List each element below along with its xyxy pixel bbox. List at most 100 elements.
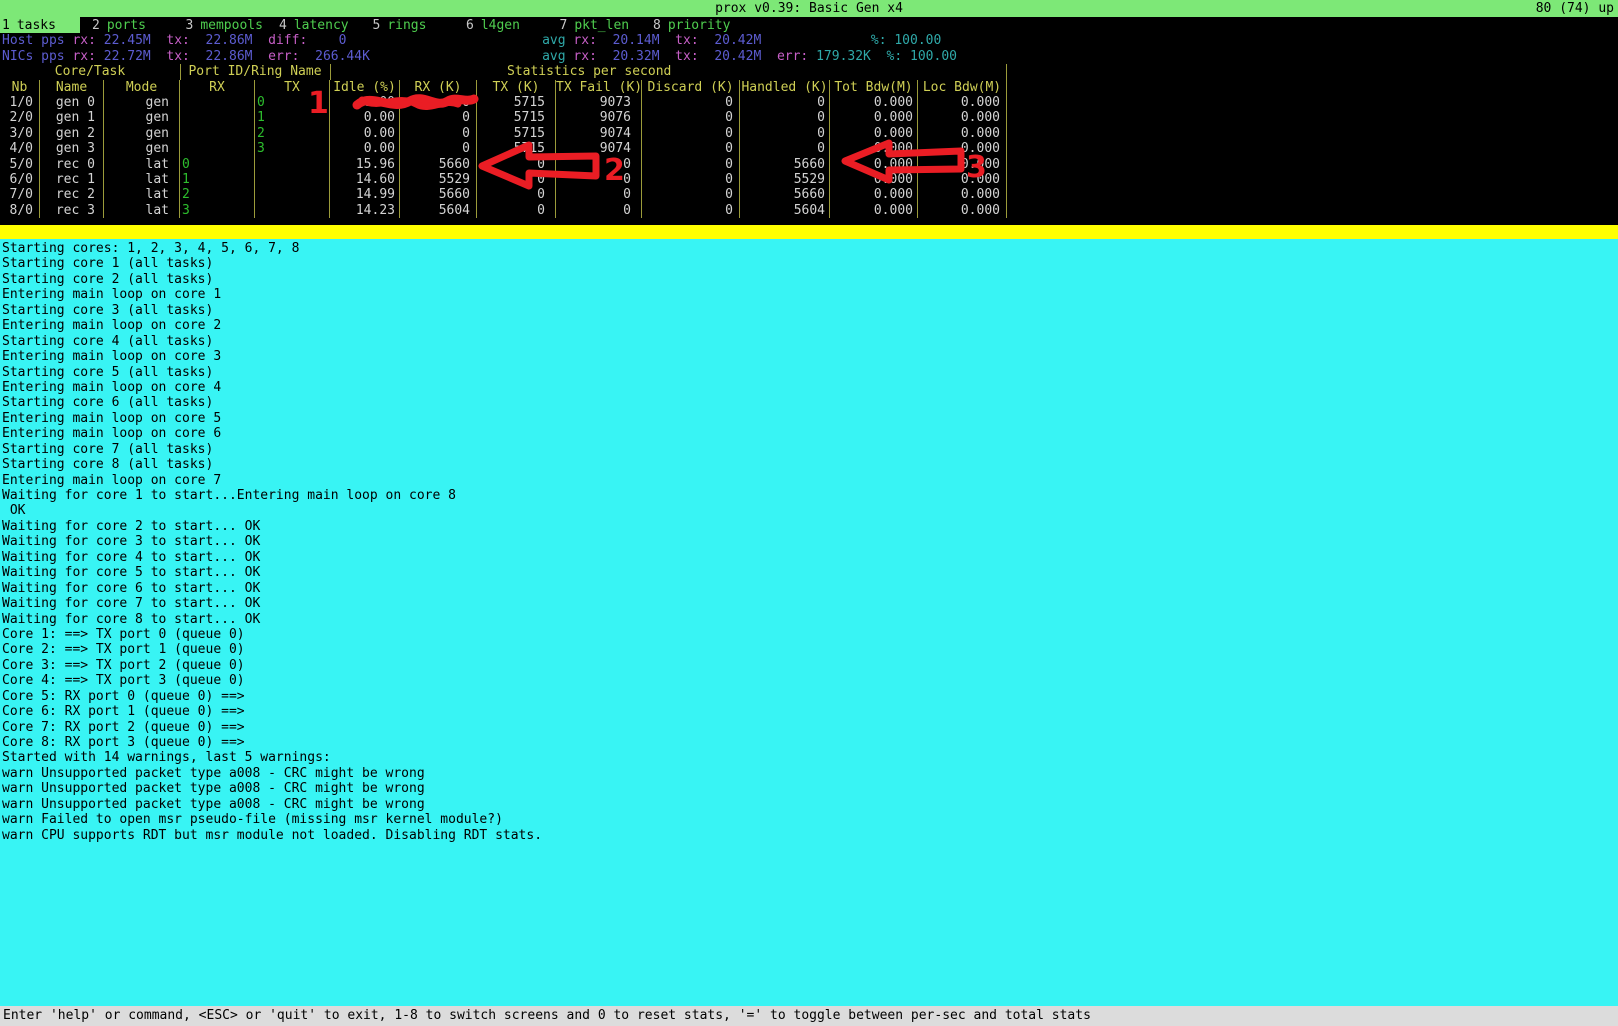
- cell-tot_bdw: 0.000: [830, 126, 918, 141]
- cell-loc_bdw: 0.000: [918, 157, 1007, 172]
- cell-mode: gen: [104, 95, 180, 110]
- cell-handled_k: 0: [740, 141, 830, 156]
- cell-discard_k: 0: [642, 126, 740, 141]
- stat-segment: 100.00: [894, 33, 941, 48]
- cell-tx_k: 5715: [477, 110, 556, 125]
- group-statistics: Statistics per second: [507, 64, 671, 79]
- cell-mode: lat: [104, 203, 180, 218]
- tab-label: ports: [107, 18, 146, 33]
- cell-tot_bdw: 0.000: [830, 203, 918, 218]
- stat-segment: avg: [542, 33, 573, 48]
- stat-segment: 20.42M: [714, 49, 761, 64]
- stat-segment: 22.86M: [206, 33, 253, 48]
- tab-key: 1: [2, 18, 10, 33]
- cell-name: rec 2: [40, 187, 104, 202]
- status-bar: Enter 'help' or command, <ESC> or 'quit'…: [0, 1006, 1618, 1026]
- tab-ports[interactable]: 2ports: [90, 17, 184, 33]
- log-line: Core 5: RX port 0 (queue 0) ==>: [0, 689, 1618, 704]
- table-row: 6/0rec 1lat114.60552900055290.0000.000: [0, 172, 1007, 187]
- group-port-ring: Port ID/Ring Name: [180, 64, 330, 79]
- table-row: 7/0rec 2lat214.99566000056600.0000.000: [0, 187, 1007, 202]
- table-row: 8/0rec 3lat314.23560400056040.0000.000: [0, 203, 1007, 218]
- separator: [1006, 64, 1007, 80]
- log-line: Starting core 5 (all tasks): [0, 365, 1618, 380]
- cell-handled_k: 5604: [740, 203, 830, 218]
- cell-discard_k: 0: [642, 203, 740, 218]
- log-lines: Starting cores: 1, 2, 3, 4, 5, 6, 7, 8St…: [0, 241, 1618, 843]
- tab-key: 5: [373, 18, 381, 33]
- tab-mempools[interactable]: 3mempools: [184, 17, 278, 33]
- cell-rx: 0: [180, 157, 255, 172]
- cell-idle: 0.00: [330, 95, 400, 110]
- tab-key: 7: [560, 18, 568, 33]
- cell-tx: [255, 172, 330, 187]
- stat-segment: diff:: [253, 33, 308, 48]
- cell-name: gen 1: [40, 110, 104, 125]
- log-line: Core 3: ==> TX port 2 (queue 0): [0, 658, 1618, 673]
- log-line: Starting core 1 (all tasks): [0, 256, 1618, 271]
- cell-loc_bdw: 0.000: [918, 203, 1007, 218]
- stat-segment: 22.45M: [104, 33, 151, 48]
- cell-tx_fail_k: 0: [556, 172, 642, 187]
- table-row: 5/0rec 0lat015.96566000056600.0000.000: [0, 157, 1007, 172]
- log-line: Starting core 4 (all tasks): [0, 334, 1618, 349]
- cell-idle: 14.60: [330, 172, 400, 187]
- log-area: Starting cores: 1, 2, 3, 4, 5, 6, 7, 8St…: [0, 239, 1618, 1006]
- cell-rx_k: 5529: [400, 172, 477, 187]
- cell-idle: 0.00: [330, 126, 400, 141]
- screen-tabs: 1tasks 2ports3mempools4latency5 rings 6l4ge…: [0, 17, 1618, 33]
- log-line: Waiting for core 8 to start... OK: [0, 612, 1618, 627]
- log-line: Entering main loop on core 7: [0, 473, 1618, 488]
- cell-rx_k: 5660: [400, 187, 477, 202]
- cell-nb: 1/0: [0, 95, 40, 110]
- log-line: Waiting for core 1 to start...Entering m…: [0, 488, 1618, 503]
- stat-segment: [370, 49, 542, 64]
- host-pps-stats: Host pps rx: 22.45M tx: 22.86M diff: 0 a…: [2, 33, 941, 48]
- cell-nb: 7/0: [0, 187, 40, 202]
- window-title: prox v0.39: Basic Gen x4: [0, 1, 1618, 16]
- cell-mode: lat: [104, 172, 180, 187]
- stat-segment: 22.86M: [206, 49, 253, 64]
- cell-idle: 0.00: [330, 110, 400, 125]
- tab-key: 6: [466, 18, 474, 33]
- cell-tx: [255, 157, 330, 172]
- log-line: Core 4: ==> TX port 3 (queue 0): [0, 673, 1618, 688]
- cell-idle: 15.96: [330, 157, 400, 172]
- tab-tasks[interactable]: 1tasks: [0, 17, 80, 33]
- cell-tx_fail_k: 9074: [556, 141, 642, 156]
- prox-terminal: prox v0.39: Basic Gen x4 80 (74) up 1tas…: [0, 0, 1618, 1026]
- cell-tx_k: 5715: [477, 126, 556, 141]
- log-line: Starting core 8 (all tasks): [0, 457, 1618, 472]
- cell-idle: 14.23: [330, 203, 400, 218]
- stats-table: 1/0gen 0gen00.00057159073000.0000.0002/0…: [0, 95, 1007, 218]
- cell-mode: lat: [104, 187, 180, 202]
- tab-latency[interactable]: 4latency: [277, 17, 371, 33]
- cell-tot_bdw: 0.000: [830, 172, 918, 187]
- log-line: warn Unsupported packet type a008 - CRC …: [0, 781, 1618, 796]
- tab-l4gen[interactable]: 6l4gen: [464, 17, 558, 33]
- tab-priority[interactable]: 8priority: [651, 17, 745, 33]
- log-line: Starting core 3 (all tasks): [0, 303, 1618, 318]
- cell-rx: [180, 110, 255, 125]
- cell-tot_bdw: 0.000: [830, 157, 918, 172]
- cell-rx_k: 0: [400, 141, 477, 156]
- cell-tx_fail_k: 9073: [556, 95, 642, 110]
- tab-label: rings: [387, 18, 426, 33]
- column-header: Mode: [104, 80, 180, 96]
- stat-segment: tx:: [151, 49, 206, 64]
- log-line: Entering main loop on core 2: [0, 318, 1618, 333]
- stat-segment: NICs pps: [2, 49, 72, 64]
- cell-tot_bdw: 0.000: [830, 141, 918, 156]
- title-bar: prox v0.39: Basic Gen x4 80 (74) up: [0, 0, 1618, 17]
- log-line: Waiting for core 6 to start... OK: [0, 581, 1618, 596]
- cell-rx_k: 5604: [400, 203, 477, 218]
- log-line: Waiting for core 5 to start... OK: [0, 565, 1618, 580]
- tab-rings[interactable]: 5 rings: [371, 17, 465, 33]
- column-header: TX: [255, 80, 330, 96]
- group-core-task: Core/Task: [0, 64, 180, 79]
- cell-rx_k: 0: [400, 110, 477, 125]
- cell-mode: gen: [104, 110, 180, 125]
- stat-segment: err:: [761, 49, 816, 64]
- tab-pkt_len[interactable]: 7pkt_len: [558, 17, 652, 33]
- cell-handled_k: 5660: [740, 187, 830, 202]
